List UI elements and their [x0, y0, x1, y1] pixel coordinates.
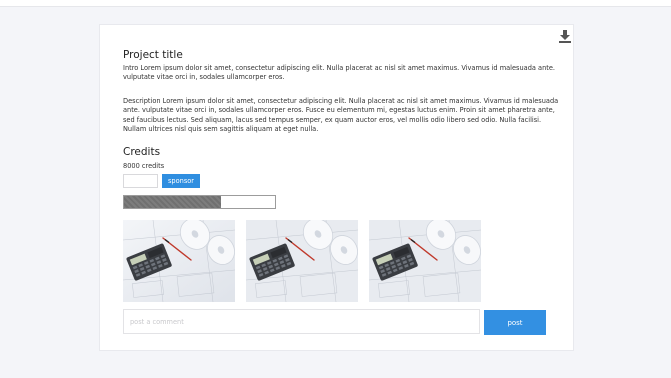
credits-heading: Credits: [123, 146, 161, 158]
sponsor-button[interactable]: sponsor: [162, 174, 200, 188]
top-bar: [0, 0, 671, 7]
project-intro: Intro Lorem ipsum dolor sit amet, consec…: [123, 64, 555, 82]
comment-input[interactable]: [123, 309, 480, 334]
post-button[interactable]: post: [484, 310, 546, 335]
funding-progress-bar: [123, 195, 276, 209]
project-card: Project title Intro Lorem ipsum dolor si…: [99, 24, 574, 351]
project-title: Project title: [123, 49, 183, 61]
project-description: Description Lorem ipsum dolor sit amet, …: [123, 97, 559, 133]
funding-progress-fill: [124, 196, 221, 208]
download-icon[interactable]: [558, 29, 572, 43]
gallery-photo[interactable]: [246, 220, 358, 302]
credit-amount-input[interactable]: [123, 174, 158, 188]
gallery-photo[interactable]: [369, 220, 481, 302]
credits-count: 8000 credits: [123, 162, 165, 170]
gallery-photo[interactable]: [123, 220, 235, 302]
